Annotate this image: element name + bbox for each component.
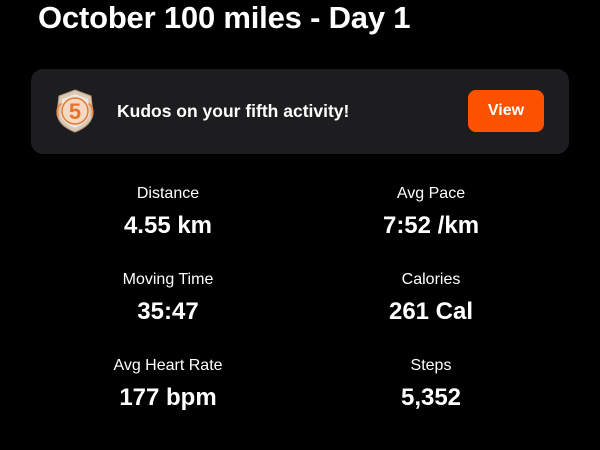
stat-calories: Calories 261 Cal [321, 270, 541, 327]
stat-moving-time: Moving Time 35:47 [58, 270, 278, 327]
milestone-badge-icon: 5 [52, 88, 98, 134]
stat-avg-heart-rate: Avg Heart Rate 177 bpm [58, 356, 278, 413]
stat-steps: Steps 5,352 [321, 356, 541, 413]
stat-value: 5,352 [400, 384, 462, 411]
stat-label: Distance [136, 185, 200, 202]
stat-value: 261 Cal [388, 298, 474, 325]
stat-value: 177 bpm [119, 384, 217, 411]
stat-label: Avg Pace [396, 185, 466, 202]
stat-value: 7:52 /km [382, 212, 480, 239]
kudos-message: Kudos on your fifth activity! [117, 101, 350, 121]
stat-label: Steps [410, 357, 452, 374]
kudos-card: 5 Kudos on your fifth activity! View [31, 69, 569, 154]
stat-label: Calories [401, 271, 461, 288]
stat-distance: Distance 4.55 km [58, 184, 278, 241]
view-button[interactable]: View [468, 90, 544, 132]
stat-avg-pace: Avg Pace 7:52 /km [321, 184, 541, 241]
activity-title: October 100 miles - Day 1 [38, 0, 411, 35]
stat-label: Moving Time [122, 271, 214, 288]
badge-number: 5 [69, 99, 81, 124]
stat-value: 35:47 [137, 298, 199, 325]
stat-label: Avg Heart Rate [113, 357, 223, 374]
stat-value: 4.55 km [123, 212, 213, 239]
